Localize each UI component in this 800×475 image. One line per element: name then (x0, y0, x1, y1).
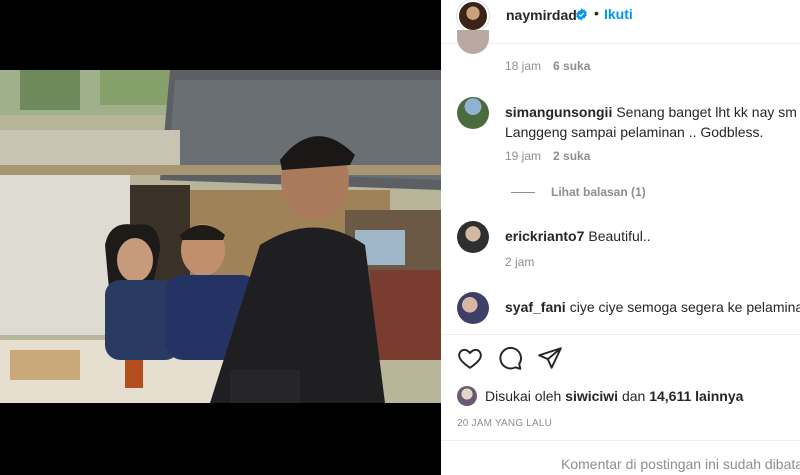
comment-time: 19 jam (505, 149, 542, 163)
comment-text: simangunsongii Senang banget lht kk nay s… (505, 102, 800, 142)
replies-divider (511, 191, 535, 193)
comment-avatar[interactable] (457, 292, 489, 324)
comment-item: syaf_fani ciye ciye semoga segera ke pela… (457, 292, 800, 332)
comment-text: erickrianto7 Beautiful.. (505, 226, 651, 246)
follow-button[interactable]: Ikuti (604, 6, 633, 22)
post-timestamp[interactable]: 20 JAM YANG LALU (457, 418, 552, 429)
comment-username[interactable]: syaf_fani (505, 299, 566, 315)
liked-by-row: Disukai oleh siwiciwi dan 14,611 lainnya (457, 386, 743, 406)
heart-icon[interactable] (457, 345, 483, 371)
author-username[interactable]: naymirdad (506, 7, 577, 23)
comment-likes[interactable]: 2 suka (553, 149, 590, 163)
comment-likes[interactable]: 6 suka (553, 59, 590, 73)
verified-badge-icon (576, 8, 587, 21)
comment-meta: 2 jam (505, 255, 534, 269)
view-replies-button[interactable]: Lihat balasan (1) (511, 185, 646, 199)
comment-icon[interactable] (497, 345, 523, 371)
post-media-area (0, 0, 441, 475)
comment-avatar[interactable] (457, 221, 489, 253)
comments-list: 18 jam 6 suka simangunsongii Senang bange… (441, 30, 800, 334)
author-avatar[interactable] (457, 0, 489, 32)
comments-closed-bar: Komentar di postingan ini sudah dibatasi… (441, 440, 800, 475)
header-separator: • (594, 5, 599, 21)
comment-text: syaf_fani ciye ciye semoga segera ke pela… (505, 297, 800, 317)
post-side-panel: naymirdad • Ikuti 18 jam 6 suka simangun… (441, 0, 800, 475)
comment-username[interactable]: erickrianto7 (505, 228, 584, 244)
liked-by-prefix: Disukai oleh (485, 388, 562, 404)
comment-body-line1: Beautiful.. (588, 228, 651, 244)
comment-avatar[interactable] (457, 30, 489, 54)
comments-closed-text: Komentar di postingan ini sudah dibatasi… (561, 456, 800, 472)
comment-meta: 18 jam 6 suka (505, 59, 590, 73)
liked-by-conj: dan (621, 388, 646, 404)
comment-time: 2 jam (505, 255, 535, 269)
comment-username[interactable]: simangunsongii (505, 104, 612, 120)
comment-body-line2: Langgeng sampai pelaminan .. Godbless. (505, 124, 764, 140)
view-replies-label: Lihat balasan (1) (551, 185, 646, 199)
post-actions-bar (441, 334, 800, 384)
send-icon[interactable] (537, 345, 563, 371)
liker-avatar[interactable] (457, 386, 477, 406)
liked-by-user[interactable]: siwiciwi (565, 388, 618, 404)
comment-time: 18 jam (505, 59, 542, 73)
comment-body-line1: ciye ciye semoga segera ke pelaminan (569, 299, 800, 315)
comment-avatar[interactable] (457, 97, 489, 129)
post-header: naymirdad • Ikuti (441, 0, 800, 44)
comment-body-line1: Senang banget lht kk nay sm kk (616, 104, 800, 120)
like-count[interactable]: 14,611 lainnya (649, 388, 743, 404)
comment-meta: 19 jam 2 suka (505, 149, 590, 163)
post-photo[interactable] (0, 70, 441, 403)
